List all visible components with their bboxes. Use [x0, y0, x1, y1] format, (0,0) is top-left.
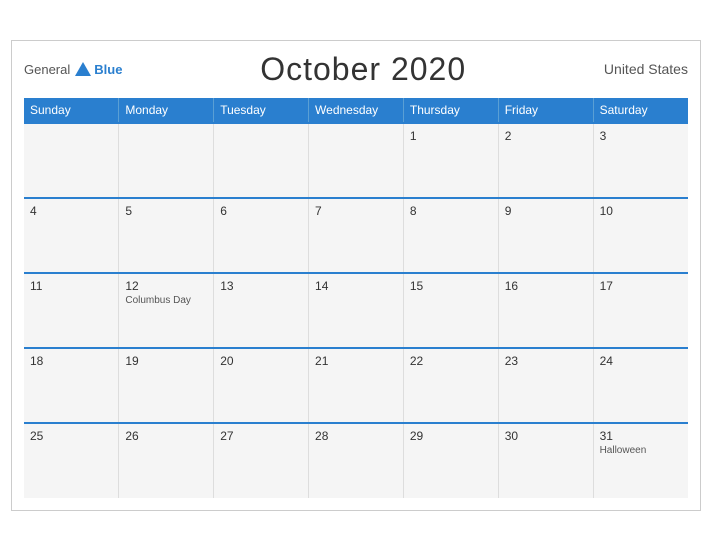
day-cell [309, 123, 404, 198]
day-cell: 10 [593, 198, 688, 273]
day-cell: 5 [119, 198, 214, 273]
day-cell: 26 [119, 423, 214, 498]
weekday-header: Saturday [593, 98, 688, 123]
day-number: 8 [410, 204, 492, 218]
day-number: 31 [600, 429, 682, 443]
day-number: 7 [315, 204, 397, 218]
day-number: 11 [30, 279, 112, 293]
day-cell: 15 [403, 273, 498, 348]
day-cell: 6 [214, 198, 309, 273]
week-row: 25 26 27 28 29 30 31 Halloween [24, 423, 688, 498]
day-cell: 11 [24, 273, 119, 348]
day-number: 13 [220, 279, 302, 293]
day-number: 3 [600, 129, 682, 143]
day-event: Halloween [600, 445, 682, 456]
day-number: 2 [505, 129, 587, 143]
week-row: 123 [24, 123, 688, 198]
day-cell: 12 Columbus Day [119, 273, 214, 348]
week-row: 456789 10 [24, 198, 688, 273]
logo-general-text: General [24, 62, 70, 77]
day-cell: 9 [498, 198, 593, 273]
logo: General Blue [24, 62, 122, 77]
day-cell: 23 [498, 348, 593, 423]
day-cell: 8 [403, 198, 498, 273]
day-cell: 20 [214, 348, 309, 423]
day-cell: 18 [24, 348, 119, 423]
day-cell: 30 [498, 423, 593, 498]
weekday-header: Thursday [403, 98, 498, 123]
day-number: 28 [315, 429, 397, 443]
day-cell: 27 [214, 423, 309, 498]
day-number: 9 [505, 204, 587, 218]
day-cell: 25 [24, 423, 119, 498]
day-number: 10 [600, 204, 682, 218]
day-cell: 3 [593, 123, 688, 198]
day-number: 29 [410, 429, 492, 443]
day-cell: 13 [214, 273, 309, 348]
day-number: 14 [315, 279, 397, 293]
weekday-header: Sunday [24, 98, 119, 123]
day-cell: 29 [403, 423, 498, 498]
day-cell: 2 [498, 123, 593, 198]
week-row: 18 19 20 21 22 23 24 [24, 348, 688, 423]
calendar-header-row: SundayMondayTuesdayWednesdayThursdayFrid… [24, 98, 688, 123]
day-number: 16 [505, 279, 587, 293]
day-cell: 24 [593, 348, 688, 423]
day-cell: 31 Halloween [593, 423, 688, 498]
day-number: 24 [600, 354, 682, 368]
calendar-country: United States [604, 61, 688, 77]
day-number: 18 [30, 354, 112, 368]
day-cell: 14 [309, 273, 404, 348]
calendar-table: SundayMondayTuesdayWednesdayThursdayFrid… [24, 98, 688, 498]
day-number: 21 [315, 354, 397, 368]
day-number: 30 [505, 429, 587, 443]
day-cell: 17 [593, 273, 688, 348]
day-number: 26 [125, 429, 207, 443]
day-number: 23 [505, 354, 587, 368]
day-cell: 1 [403, 123, 498, 198]
day-cell: 22 [403, 348, 498, 423]
day-cell: 16 [498, 273, 593, 348]
day-number: 17 [600, 279, 682, 293]
day-cell: 28 [309, 423, 404, 498]
day-number: 4 [30, 204, 112, 218]
day-number: 25 [30, 429, 112, 443]
week-row: 11 12 Columbus Day 13 14 15 16 17 [24, 273, 688, 348]
calendar-header: General Blue October 2020 United States [24, 51, 688, 88]
day-cell: 4 [24, 198, 119, 273]
calendar: General Blue October 2020 United States … [11, 40, 701, 511]
day-number: 12 [125, 279, 207, 293]
day-number: 15 [410, 279, 492, 293]
day-number: 27 [220, 429, 302, 443]
calendar-body: 123456789101112Columbus Day1314151617181… [24, 123, 688, 498]
day-number: 19 [125, 354, 207, 368]
day-number: 22 [410, 354, 492, 368]
day-cell [119, 123, 214, 198]
day-cell: 19 [119, 348, 214, 423]
day-cell: 21 [309, 348, 404, 423]
weekday-header: Friday [498, 98, 593, 123]
day-number: 20 [220, 354, 302, 368]
day-number: 6 [220, 204, 302, 218]
logo-triangle-icon [75, 62, 91, 76]
weekday-header: Tuesday [214, 98, 309, 123]
logo-blue-text: Blue [94, 62, 122, 77]
day-event: Columbus Day [125, 295, 207, 306]
weekday-row: SundayMondayTuesdayWednesdayThursdayFrid… [24, 98, 688, 123]
day-number: 5 [125, 204, 207, 218]
day-cell: 7 [309, 198, 404, 273]
weekday-header: Wednesday [309, 98, 404, 123]
weekday-header: Monday [119, 98, 214, 123]
day-cell [24, 123, 119, 198]
day-number: 1 [410, 129, 492, 143]
day-cell [214, 123, 309, 198]
calendar-title: October 2020 [260, 51, 466, 88]
